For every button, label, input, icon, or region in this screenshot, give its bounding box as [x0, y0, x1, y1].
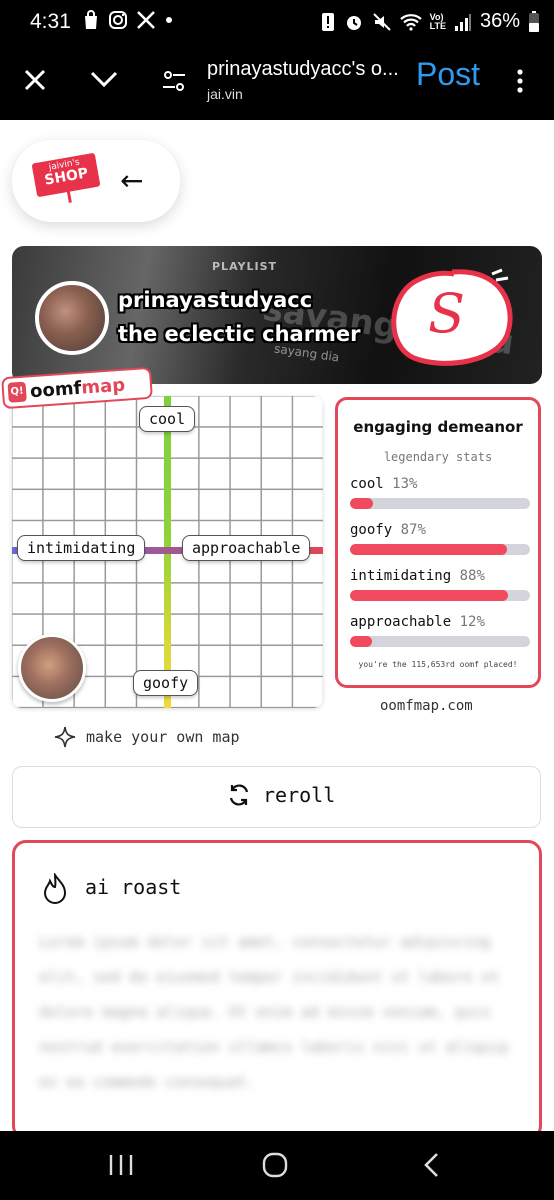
status-right-icons: Vo) LTE 36% — [320, 10, 540, 33]
profile-banner: PLAYLIST sayang kamu sayang dia prinayas… — [12, 246, 542, 384]
stats-card: engaging demeanor legendary stats cool 1… — [335, 397, 541, 688]
battery-icon — [529, 10, 539, 32]
banner-username: prinayastudyacc — [118, 288, 313, 312]
stat-approachable-bar — [350, 636, 530, 647]
map-label-approachable: approachable — [182, 535, 311, 561]
stat-goofy-bar — [350, 544, 530, 555]
instagram-icon — [109, 11, 127, 29]
sparkle-icon — [54, 726, 76, 748]
s-badge-icon: S — [384, 266, 520, 372]
volte-icon: Vo) LTE — [429, 11, 446, 31]
system-nav-bar — [0, 1131, 554, 1200]
map-label-intimidating: intimidating — [17, 535, 146, 561]
brand-prefix: oomf — [29, 377, 83, 402]
more-options-icon[interactable] — [515, 68, 525, 94]
alert-icon — [321, 12, 334, 31]
stats-footer: you're the 115,653rd oomf placed! — [358, 660, 518, 669]
stat-approachable-label: approachable 12% — [350, 614, 485, 630]
make-own-map-label: make your own map — [86, 728, 240, 746]
pin-icon: Q! — [7, 381, 27, 403]
dot-icon — [166, 17, 172, 23]
close-icon[interactable] — [23, 68, 47, 92]
oomf-map-grid[interactable]: cool intimidating approachable goofy — [12, 396, 323, 708]
status-time: 4:31 — [30, 10, 71, 33]
avatar[interactable] — [35, 281, 109, 355]
stat-cool-label: cool 13% — [350, 476, 418, 492]
post-button[interactable]: Post — [416, 56, 480, 93]
page-settings-icon[interactable] — [162, 68, 186, 94]
refresh-icon — [229, 784, 249, 806]
map-avatar-pin[interactable] — [18, 634, 86, 702]
ai-roast-text: Lorem ipsum dolor sit amet, consectetur … — [39, 933, 509, 1091]
badge-letter: S — [428, 282, 465, 345]
shop-logo[interactable]: jaivin's SHOP — [31, 152, 101, 203]
chevron-down-icon[interactable] — [90, 70, 118, 88]
wifi-icon — [399, 13, 422, 31]
map-label-cool: cool — [139, 406, 196, 432]
shopping-bag-icon — [85, 10, 97, 29]
status-left-icons — [82, 10, 174, 30]
x-icon — [137, 11, 155, 29]
browser-toolbar: prinayastudyacc's o... jai.vin Post — [0, 50, 554, 120]
signal-icon — [454, 13, 471, 31]
map-label-goofy: goofy — [133, 670, 199, 696]
brand-suffix: map — [80, 374, 126, 399]
stat-goofy-label: goofy 87% — [350, 522, 426, 538]
site-link[interactable]: oomfmap.com — [380, 698, 473, 714]
battery-percent: 36% — [479, 10, 520, 32]
status-bar: 4:31 Vo) LTE 36% — [0, 0, 554, 50]
home-icon[interactable] — [262, 1151, 288, 1179]
alarm-icon — [346, 15, 361, 30]
page-title: prinayastudyacc's o... — [207, 58, 399, 80]
page-url[interactable]: jai.vin — [207, 86, 243, 102]
playlist-label: PLAYLIST — [212, 260, 278, 273]
shop-back-pill[interactable]: jaivin's SHOP ← — [12, 140, 180, 222]
stats-title: engaging demeanor — [353, 418, 523, 436]
banner-tagline: the eclectic charmer — [118, 322, 361, 346]
stat-intimidating-label: intimidating 88% — [350, 568, 485, 584]
ai-roast-card: ai roast Lorem ipsum dolor sit amet, con… — [12, 840, 542, 1140]
recent-apps-icon[interactable] — [108, 1153, 134, 1177]
back-arrow-icon[interactable]: ← — [120, 164, 143, 197]
flame-icon — [43, 873, 67, 904]
stat-intimidating-bar — [350, 590, 530, 601]
reroll-label: reroll — [263, 783, 336, 807]
reroll-button[interactable]: reroll — [12, 766, 541, 828]
ai-roast-title: ai roast — [85, 875, 182, 899]
stat-cool-bar — [350, 498, 530, 509]
mute-icon — [372, 12, 391, 31]
stats-subtitle: legendary stats — [383, 450, 493, 464]
make-own-map-link[interactable]: make your own map — [54, 726, 240, 748]
back-icon[interactable] — [422, 1151, 440, 1179]
